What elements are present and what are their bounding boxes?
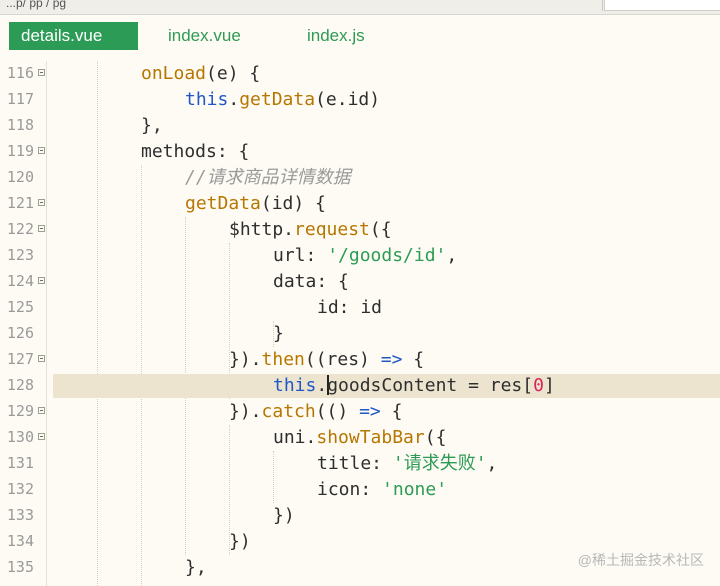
code-text: }).catch(() => { (229, 401, 403, 422)
breadcrumb: ...p/ pp / pg (6, 0, 67, 10)
fold-icon[interactable] (38, 355, 45, 362)
code-text: title: '请求失败', (317, 453, 498, 474)
code-text: $http.request({ (229, 219, 392, 240)
line-number: 128 (6, 376, 34, 394)
line-number: 120 (6, 168, 34, 186)
code-text: data: { (273, 271, 349, 292)
code-text: this.getData(e.id) (185, 89, 381, 110)
code-line: 121 getData(id) { (0, 191, 720, 217)
code-line: 126 } (0, 321, 720, 347)
line-number: 124 (6, 272, 34, 290)
line-number: 127 (6, 350, 34, 368)
code-text: icon: 'none' (317, 479, 448, 500)
line-number: 121 (6, 194, 34, 212)
top-strip: ...p/ pp / pg (0, 0, 720, 15)
code-text: getData(id) { (185, 193, 326, 214)
code-line: 123 url: '/goods/id', (0, 243, 720, 269)
code-text: }) (273, 505, 295, 526)
code-line: 119 methods: { (0, 139, 720, 165)
tab-index-vue[interactable]: index.vue (156, 22, 253, 50)
code-line-current: 128 this.goodsContent = res[0] (0, 373, 720, 399)
search-box[interactable] (604, 0, 720, 11)
line-number: 123 (6, 246, 34, 264)
code-text: onLoad(e) { (141, 63, 261, 84)
code-line: 129 }).catch(() => { (0, 399, 720, 425)
line-number: 131 (6, 454, 34, 472)
code-line: 120 //请求商品详情数据 (0, 165, 720, 191)
fold-icon[interactable] (38, 407, 45, 414)
code-line: 125 id: id (0, 295, 720, 321)
code-text: }, (185, 557, 207, 578)
code-line: 122 $http.request({ (0, 217, 720, 243)
code-text: }).then((res) => { (229, 349, 425, 370)
line-number: 135 (6, 558, 34, 576)
line-number: 119 (6, 142, 34, 160)
fold-icon[interactable] (38, 277, 45, 284)
line-number: 116 (6, 64, 34, 82)
fold-icon[interactable] (38, 69, 45, 76)
code-line: 131 title: '请求失败', (0, 451, 720, 477)
code-line: 127 }).then((res) => { (0, 347, 720, 373)
code-line: 132 icon: 'none' (0, 477, 720, 503)
code-comment: //请求商品详情数据 (185, 167, 351, 188)
line-number: 125 (6, 298, 34, 316)
code-line: 116 onLoad(e) { (0, 61, 720, 87)
toolbar-divider (592, 0, 603, 11)
code-text: }) (229, 531, 251, 552)
code-line: 117 this.getData(e.id) (0, 87, 720, 113)
line-number: 129 (6, 402, 34, 420)
line-number: 133 (6, 506, 34, 524)
code-text: url: '/goods/id', (273, 245, 458, 266)
watermark: @稀土掘金技术社区 (577, 552, 704, 568)
tab-details-vue[interactable]: details.vue (9, 22, 138, 50)
line-number: 117 (6, 90, 34, 108)
code-line: 133 }) (0, 503, 720, 529)
code-line: 118 }, (0, 113, 720, 139)
tab-bar: details.vue index.vue index.js (0, 15, 720, 57)
code-text: this.goodsContent = res[0] (273, 375, 555, 396)
line-number: 134 (6, 532, 34, 550)
code-text: uni.showTabBar({ (273, 427, 447, 448)
code-text: }, (141, 115, 163, 136)
fold-icon[interactable] (38, 225, 45, 232)
code-editor[interactable]: 116 onLoad(e) { 117 this.getData(e.id) 1… (0, 61, 720, 586)
fold-icon[interactable] (38, 199, 45, 206)
line-number: 126 (6, 324, 34, 342)
code-line: 124 data: { (0, 269, 720, 295)
tab-index-js[interactable]: index.js (295, 22, 377, 50)
fold-icon[interactable] (38, 433, 45, 440)
code-text: } (273, 323, 284, 344)
fold-icon[interactable] (38, 147, 45, 154)
code-text: id: id (317, 297, 383, 318)
line-number: 118 (6, 116, 34, 134)
code-line: 130 uni.showTabBar({ (0, 425, 720, 451)
line-number: 130 (6, 428, 34, 446)
line-number: 132 (6, 480, 34, 498)
line-number: 122 (6, 220, 34, 238)
code-text: methods: { (141, 141, 250, 162)
